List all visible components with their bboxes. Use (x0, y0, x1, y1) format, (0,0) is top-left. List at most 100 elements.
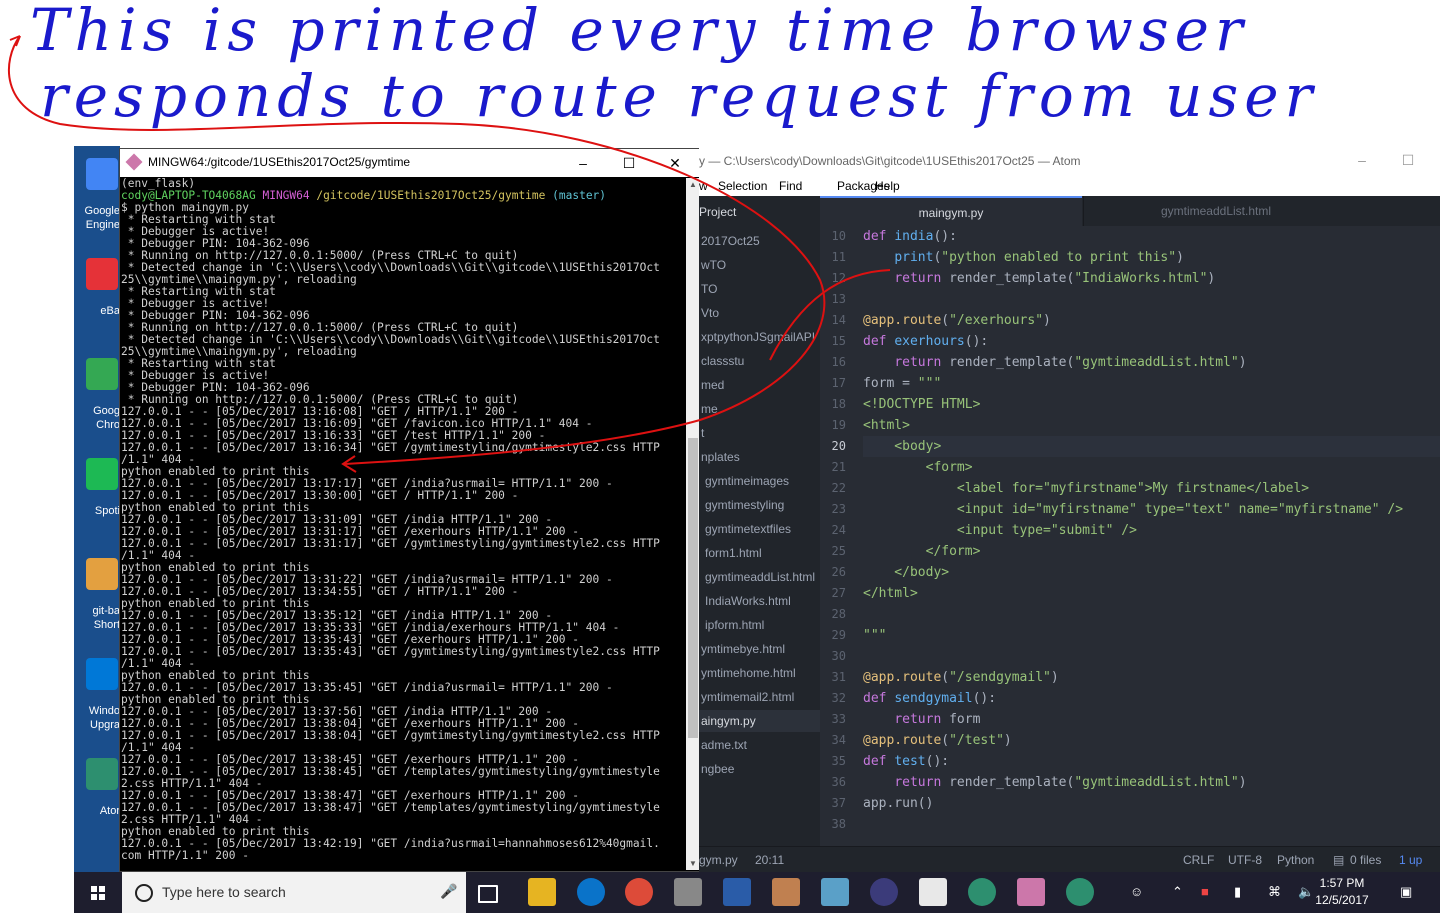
git-bash-icon[interactable] (1017, 878, 1045, 906)
terminal-window[interactable]: MINGW64:/gitcode/1USEthis2017Oct25/gymti… (119, 148, 701, 872)
line-number: 19 (831, 418, 846, 432)
status-file[interactable]: gym.py (699, 853, 738, 867)
line-number: 15 (831, 334, 846, 348)
status-bar: gym.py 20:11 CRLF UTF-8 Python ▤ 0 files… (699, 846, 1440, 873)
tree-item[interactable]: ngbee (699, 758, 820, 780)
tree-item[interactable]: gymtimeaddList.html (699, 566, 820, 588)
app-icon (86, 758, 118, 790)
minimize-button[interactable]: – (560, 151, 606, 175)
app-icon[interactable] (870, 878, 898, 906)
menu-item[interactable]: Selection (718, 179, 767, 193)
mail-icon[interactable] (919, 878, 947, 906)
tree-view-header[interactable]: Project (699, 196, 820, 226)
desktop-icon[interactable]: Windo Upgra (74, 654, 120, 734)
tree-item[interactable]: classstu (699, 350, 820, 372)
status-files[interactable]: 0 files (1350, 853, 1381, 867)
desktop-icon-label: Upgra (90, 719, 120, 731)
microphone-icon[interactable]: 🎤 (440, 883, 457, 900)
tab-maingym[interactable]: maingym.py (820, 196, 1082, 226)
atom-minimize-button[interactable]: – (1339, 148, 1385, 172)
line-number: 12 (831, 271, 846, 285)
atom-icon[interactable] (968, 878, 996, 906)
desktop-icon[interactable]: git-ba Short (74, 554, 120, 634)
status-updates[interactable]: 1 up (1399, 853, 1422, 867)
tree-item[interactable]: TO (699, 278, 820, 300)
desktop-icon[interactable]: Google Engine (74, 154, 120, 234)
battery-icon[interactable]: ▮ (1234, 884, 1241, 900)
chevron-up-icon[interactable]: ⌃ (1172, 884, 1183, 900)
tree-item[interactable]: aingym.py (699, 710, 820, 732)
terminal-output[interactable]: (env_flask) cody@LAPTOP-TO4068AG MINGW64… (120, 178, 686, 868)
security-icon[interactable]: ■ (1201, 884, 1209, 899)
menu-item[interactable]: Find (779, 179, 802, 193)
desktop-icon[interactable]: Goog Chro (74, 354, 120, 434)
tree-item[interactable]: IndiaWorks.html (699, 590, 820, 612)
scroll-thumb[interactable] (688, 438, 698, 738)
task-view-icon[interactable] (478, 885, 498, 903)
search-placeholder: Type here to search (162, 884, 286, 900)
code-line: <html> (863, 418, 910, 433)
powershell-icon[interactable] (723, 878, 751, 906)
terminal-titlebar[interactable]: MINGW64:/gitcode/1USEthis2017Oct25/gymti… (120, 149, 700, 177)
status-eol[interactable]: CRLF (1183, 853, 1214, 867)
file-explorer-icon[interactable] (528, 878, 556, 906)
app-icon (86, 158, 118, 190)
tree-item[interactable]: med (699, 374, 820, 396)
desktop-icon[interactable]: eBa (74, 254, 120, 334)
desktop-icon-label: git-ba (92, 605, 120, 617)
tree-item[interactable]: ymtimemail2.html (699, 686, 820, 708)
notification-icon[interactable]: ▣ (1400, 884, 1412, 900)
tree-item[interactable]: t (699, 422, 820, 444)
terminal-scrollbar[interactable]: ▲ ▼ (686, 178, 700, 870)
app-icon[interactable] (674, 878, 702, 906)
tree-view[interactable]: Project 2017Oct25 wTO TO Vto xptpythonJSgmai… (699, 196, 820, 846)
atom-maximize-button[interactable]: ☐ (1385, 148, 1431, 172)
clock[interactable]: 1:57 PM 12/5/2017 (1312, 875, 1372, 909)
line-number: 38 (831, 817, 846, 831)
tree-item[interactable]: form1.html (699, 542, 820, 564)
atom-window[interactable]: y — C:\Users\cody\Downloads\Git\gitcode\… (699, 146, 1440, 873)
scroll-up-icon[interactable]: ▲ (688, 180, 698, 189)
people-icon[interactable]: ☺ (1130, 884, 1143, 899)
maximize-button[interactable]: ☐ (606, 151, 652, 175)
tree-item[interactable]: gymtimeimages (699, 470, 820, 492)
scroll-down-icon[interactable]: ▼ (688, 859, 698, 868)
tree-item[interactable]: ymtimebye.html (699, 638, 820, 660)
terminal-title: MINGW64:/gitcode/1USEthis2017Oct25/gymti… (148, 155, 411, 169)
desktop-icon[interactable]: Spoti (74, 454, 120, 534)
git-icon[interactable] (772, 878, 800, 906)
tree-item[interactable]: adme.txt (699, 734, 820, 756)
atom-title: y — C:\Users\cody\Downloads\Git\gitcode\… (699, 154, 1081, 168)
start-button[interactable] (74, 872, 122, 913)
wifi-icon[interactable]: ⌘ (1268, 884, 1281, 900)
tree-item[interactable]: me (699, 398, 820, 420)
tree-item[interactable]: ymtimehome.html (699, 662, 820, 684)
tree-item[interactable]: ipform.html (699, 614, 820, 636)
taskbar-search[interactable]: Type here to search 🎤 (122, 872, 466, 913)
code-editor[interactable]: def india(): print("python enabled to pr… (863, 226, 1440, 846)
edge-icon[interactable] (577, 878, 605, 906)
tree-item[interactable]: gymtimetextfiles (699, 518, 820, 540)
tree-item[interactable]: gymtimestyling (699, 494, 820, 516)
tree-item[interactable]: xptpythonJSgmailAPI (699, 326, 820, 348)
code-line: @app.route("/sendgymail") (863, 670, 1059, 685)
atom-titlebar[interactable]: y — C:\Users\cody\Downloads\Git\gitcode\… (699, 146, 1440, 176)
terminal-line: 127.0.0.1 - - [05/Dec/2017 13:35:43] "GE… (121, 645, 660, 658)
notepad-icon[interactable] (821, 878, 849, 906)
close-button[interactable]: ✕ (652, 151, 698, 175)
menu-item[interactable]: Help (875, 179, 900, 193)
atom-icon[interactable] (1066, 878, 1094, 906)
status-cursor[interactable]: 20:11 (755, 853, 784, 867)
chrome-icon[interactable] (625, 878, 653, 906)
tab-gymtimeaddlist[interactable]: gymtimeaddList.html (1083, 196, 1348, 226)
menu-item[interactable]: w (699, 179, 708, 193)
code-line: </body> (863, 565, 950, 580)
tree-item[interactable]: Vto (699, 302, 820, 324)
code-line: print("python enabled to print this") (894, 250, 1184, 265)
tree-item[interactable]: wTO (699, 254, 820, 276)
status-encoding[interactable]: UTF-8 (1228, 853, 1262, 867)
status-grammar[interactable]: Python (1277, 853, 1314, 867)
desktop-icon[interactable]: Ator (74, 754, 120, 834)
tree-item[interactable]: nplates (699, 446, 820, 468)
tree-item[interactable]: 2017Oct25 (699, 230, 820, 252)
